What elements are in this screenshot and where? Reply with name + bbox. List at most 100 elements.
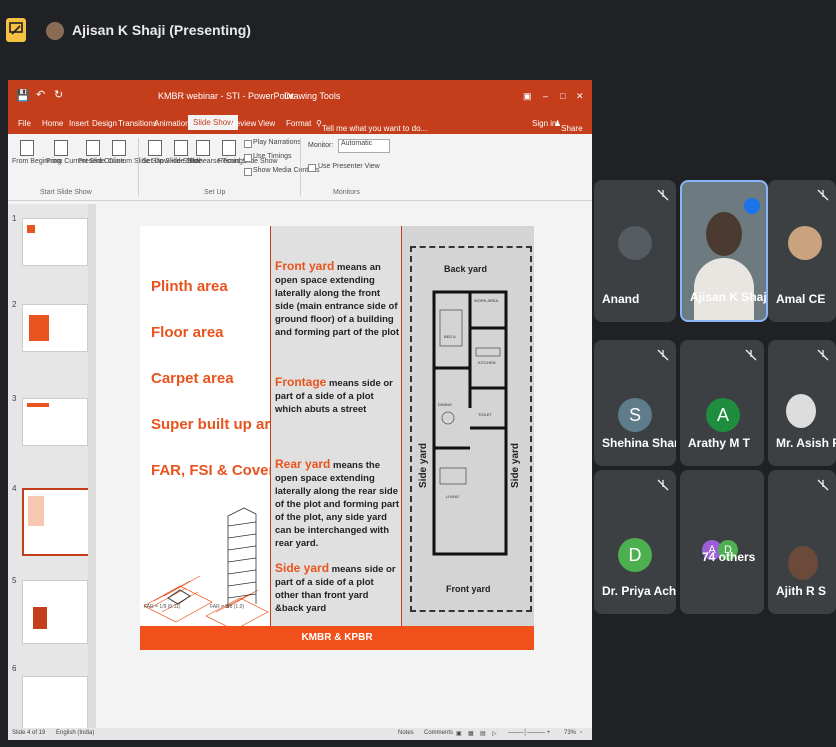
participant-tile[interactable]: Mr. Asish Prasad [768, 340, 836, 466]
room-label: LIVING [446, 494, 459, 499]
from-beginning-button[interactable]: From Beginning [12, 158, 61, 165]
avatar: A [706, 398, 740, 432]
participant-tile[interactable]: Anand [594, 180, 676, 322]
undo-icon[interactable]: ↶ [36, 88, 45, 101]
avatar: S [618, 398, 652, 432]
zoom-slider[interactable]: –——│——— + [508, 730, 550, 736]
thumb-number: 4 [12, 484, 17, 493]
hide-slide-icon[interactable] [174, 140, 188, 156]
from-current-button[interactable]: From Current Slide [46, 158, 105, 165]
participant-name: Amal CE [776, 292, 826, 306]
avatar [618, 226, 652, 260]
monitor-select[interactable]: Automatic [338, 139, 390, 153]
slide-thumbnail[interactable] [22, 676, 88, 734]
notes-button[interactable]: Notes [398, 730, 414, 736]
from-beginning-icon[interactable] [20, 140, 34, 156]
tab-transitions[interactable]: Transitions [118, 119, 157, 128]
slide-thumbnail-selected[interactable] [22, 488, 90, 556]
slideshow-view-icon[interactable]: ▷ [492, 730, 497, 737]
far-caption-2: FAR = 8/8 (1.0) [210, 604, 245, 610]
participants-grid: Anand Ajisan K Shaji Amal CE S Shehina S… [586, 176, 836, 626]
hide-slide-button[interactable]: Hide Slide [170, 158, 202, 165]
slide-thumbnails-pane[interactable]: 1 2 3 4 5 6 [8, 204, 96, 734]
tab-review[interactable]: Review [230, 119, 256, 128]
definition-text: means the open space extending laterally… [275, 460, 400, 549]
setup-show-icon[interactable] [148, 140, 162, 156]
ribbon-slide-show: From Beginning From Current Slide Presen… [8, 134, 592, 201]
record-button[interactable]: Record Slide Show [218, 158, 278, 165]
redo-icon[interactable]: ↻ [54, 88, 63, 101]
ribbon-separator [300, 138, 301, 196]
tab-format[interactable]: Format [286, 119, 311, 128]
term-floor-area: Floor area [151, 324, 224, 341]
slide-sorter-icon[interactable]: ▦ [468, 730, 474, 737]
tab-insert[interactable]: Insert [69, 119, 89, 128]
restore-icon[interactable]: □ [560, 91, 565, 101]
slide-thumbnail[interactable] [22, 398, 88, 446]
slide-thumbnail[interactable] [22, 218, 88, 266]
thumb-accent [28, 496, 44, 526]
slide-thumbnail[interactable] [22, 580, 88, 644]
play-narrations-label: Play Narrations [253, 139, 301, 146]
zoom-level[interactable]: 73% [564, 730, 576, 736]
setup-show-button[interactable]: Set Up Slide Show [142, 158, 200, 165]
presenting-icon[interactable] [6, 18, 26, 42]
minimize-icon[interactable]: – [543, 91, 548, 101]
share-button[interactable]: ♟ Share [554, 119, 583, 133]
tab-home[interactable]: Home [42, 119, 63, 128]
participant-tile[interactable]: Amal CE [768, 180, 836, 322]
save-icon[interactable]: 💾 [16, 89, 30, 102]
definition-side-yard: Side yard means side or part of a side o… [275, 562, 399, 615]
plot-plan-diagram: Back yard Front yard Side yard Side yard… [410, 246, 532, 612]
thumb-number: 2 [12, 300, 17, 309]
normal-view-icon[interactable]: ▣ [456, 730, 462, 737]
tab-view[interactable]: View [258, 119, 275, 128]
rehearse-button[interactable]: Rehearse Timings [190, 158, 246, 165]
definition-term: Rear yard [275, 457, 331, 471]
from-current-icon[interactable] [54, 140, 68, 156]
fit-slide-icon[interactable]: ▫ [580, 730, 582, 736]
participant-tile[interactable]: Ajith R S [768, 470, 836, 614]
thumb-number: 6 [12, 664, 17, 673]
present-online-icon[interactable] [86, 140, 100, 156]
play-narrations-checkbox[interactable] [244, 140, 252, 148]
participant-tile-others[interactable]: A D 74 others [680, 470, 764, 614]
tab-design[interactable]: Design [92, 119, 117, 128]
show-media-checkbox[interactable] [244, 168, 252, 176]
slide-footer: KMBR & KPBR [140, 626, 534, 650]
participant-tile[interactable]: D Dr. Priya Acha... [594, 470, 676, 614]
ribbon-display-icon[interactable]: ▣ [523, 91, 532, 102]
custom-show-button[interactable]: Custom Slide Show [108, 158, 169, 165]
reading-view-icon[interactable]: ▤ [480, 730, 486, 737]
tab-file[interactable]: File [18, 119, 31, 128]
presenter-view-label: Use Presenter View [318, 163, 380, 170]
presenter-view-checkbox[interactable] [308, 164, 316, 172]
custom-show-icon[interactable] [112, 140, 126, 156]
thumb-accent [33, 607, 47, 629]
slide-canvas[interactable]: Plinth area Floor area Carpet area Super… [140, 226, 534, 650]
mic-muted-icon [656, 188, 670, 202]
tell-me-box[interactable]: ⚲ Tell me what you want to do... [316, 119, 427, 133]
participant-tile-active-speaker[interactable]: Ajisan K Shaji [680, 180, 768, 322]
record-icon[interactable] [222, 140, 236, 156]
definition-text: means an open space extending laterally … [275, 262, 400, 338]
participant-tile[interactable]: A Arathy M T [680, 340, 764, 466]
drawing-tools-label: Drawing Tools [284, 91, 341, 101]
language-label[interactable]: English (India) [56, 730, 94, 736]
term-carpet-area: Carpet area [151, 370, 234, 387]
ppt-title-bar: 💾 ↶ ↻ KMBR webinar - STI - PowerPoint Dr… [8, 80, 592, 114]
use-timings-checkbox[interactable] [244, 154, 252, 162]
sign-in-link[interactable]: Sign in [532, 119, 556, 128]
present-online-button[interactable]: Present Online [78, 158, 124, 165]
participant-name: Anand [602, 292, 640, 306]
thumbs-scrollbar[interactable] [88, 204, 96, 732]
mic-muted-icon [816, 348, 830, 362]
rehearse-icon[interactable] [196, 140, 210, 156]
close-icon[interactable]: ✕ [576, 91, 584, 102]
participant-tile[interactable]: S Shehina Shareef [594, 340, 676, 466]
group-start-slide-show: Start Slide Show [40, 189, 92, 196]
slide-thumbnail[interactable] [22, 304, 88, 352]
speaking-indicator-icon [744, 198, 760, 214]
comments-button[interactable]: Comments [424, 730, 453, 736]
group-monitors: Monitors [333, 189, 360, 196]
